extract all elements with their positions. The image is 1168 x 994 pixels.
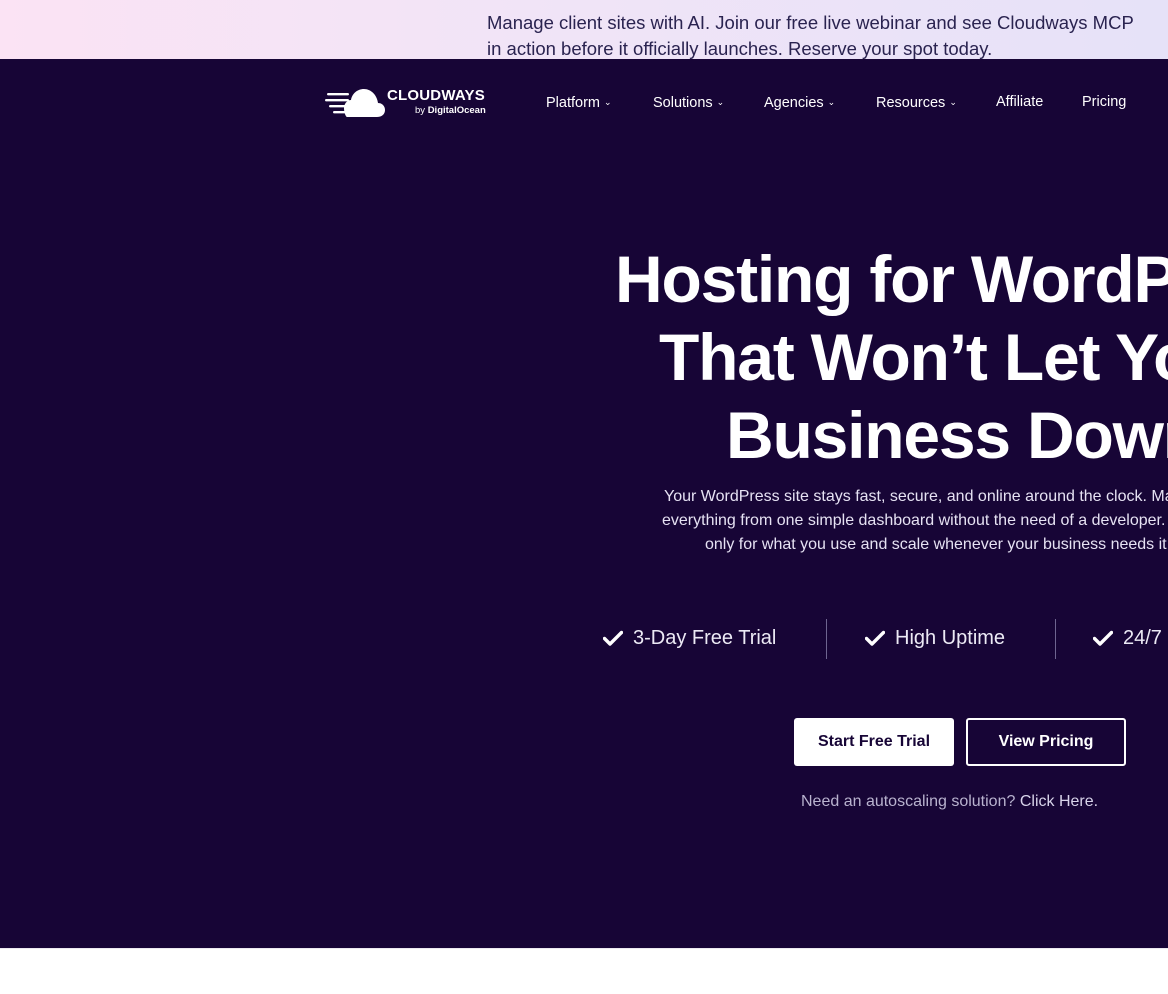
chevron-down-icon: ⌄ xyxy=(604,97,612,107)
next-section-edge xyxy=(0,948,1168,994)
autoscaling-note: Need an autoscaling solution? Click Here… xyxy=(801,791,1098,813)
hero-subtitle-line-2: everything from one simple dashboard wit… xyxy=(662,512,1168,529)
feature-expert-support: 24/7 Expert Support xyxy=(1093,624,1168,652)
nav-resources[interactable]: Resources ⌄ xyxy=(876,93,957,112)
feature-free-trial: 3-Day Free Trial xyxy=(603,624,776,652)
hero-section: CLOUDWAYS by DigitalOcean Platform ⌄ Solu… xyxy=(0,59,1168,948)
nav-platform[interactable]: Platform ⌄ xyxy=(546,93,612,112)
nav-solutions-label: Solutions xyxy=(653,95,713,111)
chevron-down-icon: ⌄ xyxy=(716,97,725,107)
hero-subtitle-line-3: only for what you use and scale whenever… xyxy=(705,536,1168,553)
feature-high-uptime: High Uptime xyxy=(865,624,1005,652)
promo-banner-text-continued[interactable]: in action before it officially launches.… xyxy=(487,36,992,59)
nav-resources-label: Resources xyxy=(876,95,946,111)
view-pricing-button[interactable]: View Pricing xyxy=(966,718,1126,766)
hero-subtitle-line-1: Your WordPress site stays fast, secure, … xyxy=(664,488,1168,505)
brand-owner-name: DigitalOcean xyxy=(427,105,486,116)
cloud-logo-icon xyxy=(325,89,385,117)
check-icon xyxy=(865,630,885,646)
feature-high-uptime-label: High Uptime xyxy=(895,627,1006,649)
nav-agencies-label: Agencies xyxy=(764,95,824,111)
check-icon xyxy=(603,630,623,646)
promo-banner[interactable]: Manage client sites with AI. Join our fr… xyxy=(0,0,1168,59)
hero-title-line-1: Hosting for WordPress xyxy=(615,242,1168,316)
start-free-trial-button[interactable]: Start Free Trial xyxy=(794,718,954,766)
brand-by: by xyxy=(415,105,426,116)
feature-divider xyxy=(826,619,827,659)
feature-free-trial-label: 3-Day Free Trial xyxy=(633,627,777,649)
nav-affiliate[interactable]: Affiliate xyxy=(996,93,1043,111)
check-icon xyxy=(1093,630,1113,646)
nav-platform-label: Platform xyxy=(546,95,600,111)
chevron-down-icon: ⌄ xyxy=(827,97,836,107)
chevron-down-icon: ⌄ xyxy=(949,97,957,107)
hero-title-line-2: That Won’t Let Your xyxy=(659,320,1168,394)
cloudways-logo[interactable]: CLOUDWAYS by DigitalOcean xyxy=(325,87,495,121)
brand-owner: by DigitalOcean xyxy=(415,105,486,116)
nav-agencies[interactable]: Agencies ⌄ xyxy=(764,93,835,112)
autoscaling-question: Need an autoscaling solution? xyxy=(801,793,1016,810)
nav-pricing[interactable]: Pricing xyxy=(1082,93,1126,111)
feature-expert-support-label: 24/7 Expert Support xyxy=(1123,627,1168,649)
promo-banner-text[interactable]: Manage client sites with AI. Join our fr… xyxy=(487,10,1134,35)
feature-divider xyxy=(1055,619,1056,659)
hero-title-line-3: Business Down xyxy=(726,398,1168,472)
nav-solutions[interactable]: Solutions ⌄ xyxy=(653,93,724,112)
autoscaling-link[interactable]: Click Here. xyxy=(1020,793,1098,810)
brand-name: CLOUDWAYS xyxy=(387,87,485,104)
